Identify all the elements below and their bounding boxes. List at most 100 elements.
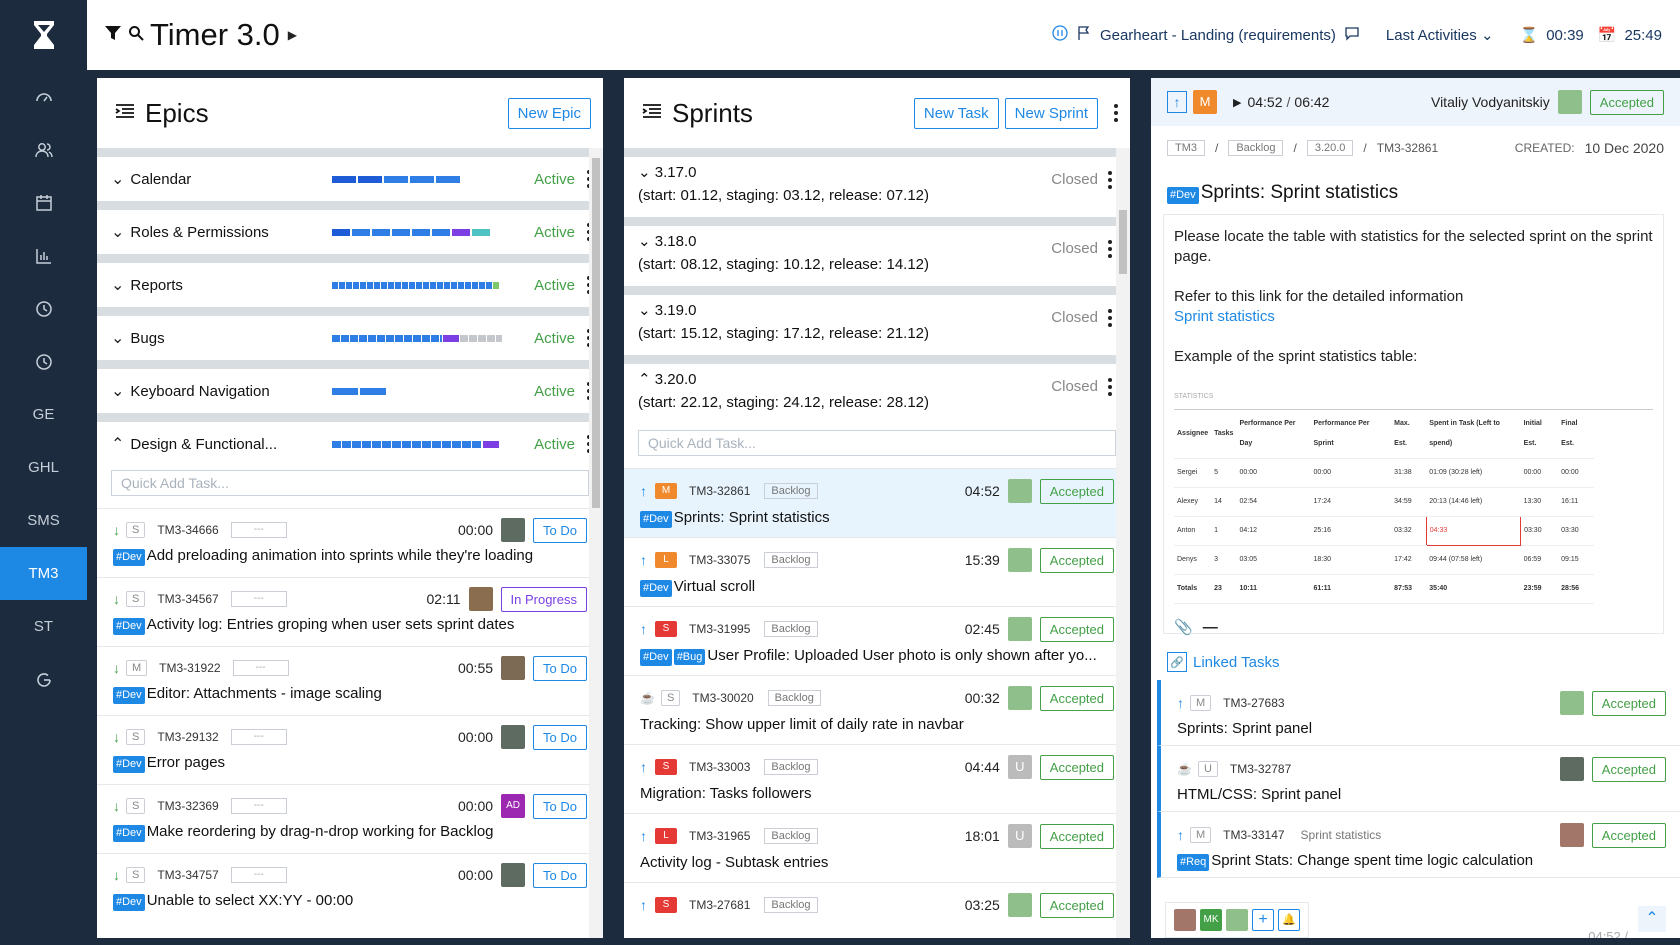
attachment-icon[interactable]: 📎 <box>1174 618 1193 638</box>
status-button[interactable]: Accepted <box>1039 616 1114 642</box>
status-button[interactable]: To Do <box>533 517 587 543</box>
linked-task-row[interactable]: ↑ M TM3-33147 Sprint statistics Accepted #Re… <box>1157 812 1680 878</box>
bell-icon[interactable]: 🔔 <box>1278 909 1300 931</box>
pause-icon[interactable] <box>1052 25 1068 45</box>
new-epic-button[interactable]: New Epic <box>507 97 591 129</box>
quick-add-task-input[interactable]: Quick Add Task... <box>638 430 1116 456</box>
more-icon[interactable] <box>1108 378 1112 396</box>
more-icon[interactable] <box>1114 104 1118 122</box>
task-id[interactable]: TM3-29132 <box>157 730 218 744</box>
status-button[interactable]: In Progress <box>500 586 587 612</box>
linked-task-row[interactable]: ☕ U TM3-32787 Accepted HTML/CSS: Sprint pan… <box>1157 746 1680 812</box>
task-id[interactable]: TM3-32787 <box>1230 762 1291 776</box>
estimate-box[interactable]: --- <box>230 798 287 814</box>
task-title[interactable]: Virtual scroll <box>674 578 755 595</box>
task-row[interactable]: ↓ S TM3-32369 --- 00:00 AD To Do #Dev Make reor… <box>97 784 603 853</box>
sprint-task-row[interactable]: ↑ S TM3-33003 Backlog 04:44 U Accepted Migrati… <box>624 744 1130 813</box>
task-title[interactable]: #Dev Sprints: Sprint statistics <box>1151 156 1680 204</box>
chevron-down-icon[interactable]: ⌄ <box>111 222 124 242</box>
new-task-button[interactable]: New Task <box>913 97 999 129</box>
chevron-down-icon[interactable]: ⌄ <box>111 275 124 295</box>
task-id[interactable]: TM3-32861 <box>689 484 750 498</box>
sprint-task-row[interactable]: ↑ S TM3-31995 Backlog 02:45 Accepted #Dev #Bug… <box>624 606 1130 675</box>
flag-icon[interactable] <box>1076 25 1092 45</box>
sprint-task-row[interactable]: ↑ M TM3-32861 Backlog 04:52 Accepted #Dev Spri… <box>624 468 1130 537</box>
linked-tasks-header[interactable]: 🔗 Linked Tasks <box>1151 634 1680 680</box>
epic-row[interactable]: ⌄ Keyboard Navigation Active <box>97 369 603 413</box>
hourglass-logo-icon[interactable] <box>0 0 87 70</box>
status-button[interactable]: Accepted <box>1039 685 1114 711</box>
clock-icon[interactable] <box>0 335 87 388</box>
users-icon[interactable] <box>0 123 87 176</box>
task-id[interactable]: TM3-31995 <box>689 622 750 636</box>
calendar-icon[interactable] <box>0 176 87 229</box>
chevron-up-icon[interactable]: ⌃ <box>638 371 651 388</box>
filter-icon[interactable] <box>104 24 122 47</box>
task-title[interactable]: Activity log: Entries groping when user … <box>147 616 515 633</box>
sprint-task-row[interactable]: ↑ L TM3-33075 Backlog 15:39 Accepted #Dev Virt… <box>624 537 1130 606</box>
linked-task-row[interactable]: ↑ M TM3-27683 Accepted Sprints: Sprint pane… <box>1157 680 1680 746</box>
task-id[interactable]: TM3-31965 <box>689 829 750 843</box>
more-icon[interactable] <box>1108 309 1112 327</box>
task-id[interactable]: TM3-32369 <box>157 799 218 813</box>
status-button[interactable]: Accepted <box>1039 892 1114 918</box>
estimate-box[interactable]: --- <box>232 660 289 676</box>
task-id[interactable]: TM3-31922 <box>159 661 220 675</box>
more-icon[interactable] <box>1108 171 1112 189</box>
scroll-top-icon[interactable]: ⌃ <box>1638 906 1666 932</box>
task-row[interactable]: ↓ S TM3-34567 --- 02:11 In Progress #Dev Activ… <box>97 577 603 646</box>
task-description[interactable]: Please locate the table with statistics … <box>1163 214 1664 636</box>
task-title[interactable]: Activity log - Subtask entries <box>640 854 828 871</box>
sprint-task-row[interactable]: ☕ S TM3-30020 Backlog 00:32 Accepted Tracking… <box>624 675 1130 744</box>
task-title[interactable]: Sprints: Sprint panel <box>1177 720 1666 737</box>
status-button[interactable]: Accepted <box>1039 754 1114 780</box>
task-id[interactable]: TM3-27681 <box>689 898 750 912</box>
sprint-statistics-link[interactable]: Sprint statistics <box>1174 307 1653 327</box>
quick-add-task-input[interactable]: Quick Add Task... <box>111 470 589 496</box>
play-icon[interactable]: ▶ <box>1233 96 1241 109</box>
minus-icon[interactable]: — <box>1203 618 1218 638</box>
epic-row[interactable]: ⌄ Calendar Active <box>97 157 603 201</box>
last-activities-dropdown[interactable]: Last Activities ⌄ <box>1386 26 1494 44</box>
caret-right-icon[interactable]: ▶ <box>288 28 297 42</box>
task-title[interactable]: Migration: Tasks followers <box>640 785 811 802</box>
status-button[interactable]: Accepted <box>1039 478 1114 504</box>
current-project[interactable]: Gearheart - Landing (requirements) <box>1100 27 1336 44</box>
task-id[interactable]: TM3-33003 <box>689 760 750 774</box>
epics-scrollbar[interactable] <box>589 148 603 938</box>
sprint-row[interactable]: ⌄ 3.17.0 (start: 01.12, staging: 03.12, … <box>624 157 1130 217</box>
sidebar-item-ghl[interactable]: GHL <box>0 441 87 494</box>
estimate-box[interactable]: --- <box>230 591 287 607</box>
task-id[interactable]: TM3-34567 <box>157 592 218 606</box>
chevron-down-icon[interactable]: ⌄ <box>638 302 651 319</box>
task-id[interactable]: TM3-27683 <box>1223 696 1284 710</box>
sprint-task-row[interactable]: ↑ L TM3-31965 Backlog 18:01 U Accepted Activit… <box>624 813 1130 882</box>
status-button[interactable]: Accepted <box>1039 823 1114 849</box>
refresh-icon[interactable] <box>0 653 87 706</box>
add-follower-icon[interactable]: + <box>1252 909 1274 931</box>
task-row[interactable]: ↓ S TM3-34757 --- 00:00 To Do #Dev Unable to s… <box>97 853 603 922</box>
status-button[interactable]: Accepted <box>1591 756 1666 782</box>
status-button[interactable]: Accepted <box>1591 822 1666 848</box>
status-button[interactable]: To Do <box>533 862 587 888</box>
task-title[interactable]: Error pages <box>147 754 225 771</box>
task-title[interactable]: Make reordering by drag-n-drop working f… <box>147 823 494 840</box>
chevron-down-icon[interactable]: ⌄ <box>111 169 124 189</box>
sprint-task-row[interactable]: ↑ S TM3-27681 Backlog 03:25 Accepted <box>624 882 1130 938</box>
chevron-up-icon[interactable]: ⌃ <box>111 434 124 454</box>
task-title[interactable]: Add preloading animation into sprints wh… <box>147 547 533 564</box>
task-row[interactable]: ↓ M TM3-31922 --- 00:55 To Do #Dev Editor: Att… <box>97 646 603 715</box>
chevron-down-icon[interactable]: ⌄ <box>111 328 124 348</box>
estimate-box[interactable]: --- <box>230 522 287 538</box>
task-id[interactable]: TM3-33075 <box>689 553 750 567</box>
sidebar-item-st[interactable]: ST <box>0 600 87 653</box>
task-title[interactable]: Editor: Attachments - image scaling <box>147 685 382 702</box>
task-title[interactable]: Tracking: Show upper limit of daily rate… <box>640 716 964 733</box>
task-id[interactable]: TM3-34757 <box>157 868 218 882</box>
chevron-down-icon[interactable]: ⌄ <box>638 233 651 250</box>
sprint-row[interactable]: ⌄ 3.19.0 (start: 15.12, staging: 17.12, … <box>624 295 1130 355</box>
task-title[interactable]: Sprints: Sprint statistics <box>674 509 830 526</box>
task-title[interactable]: HTML/CSS: Sprint panel <box>1177 786 1666 803</box>
chevron-down-icon[interactable]: ⌄ <box>638 164 651 181</box>
crumb-backlog[interactable]: Backlog <box>1228 140 1284 156</box>
